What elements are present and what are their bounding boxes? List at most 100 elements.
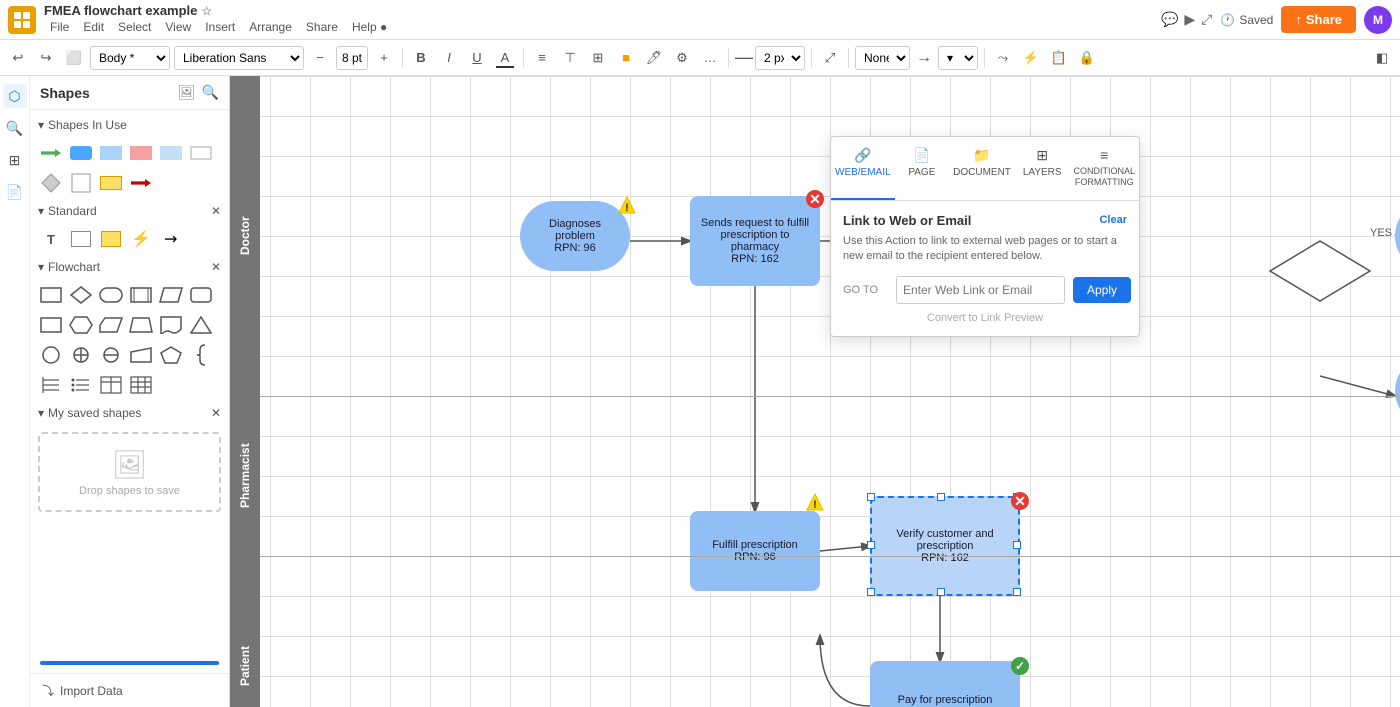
handle-br[interactable] xyxy=(1013,588,1021,596)
handle-tc[interactable] xyxy=(937,493,945,501)
share-button[interactable]: ↑ Share xyxy=(1281,6,1356,33)
node-diagnoses-problem[interactable]: Diagnoses problemRPN: 96 xyxy=(520,201,630,271)
menu-help[interactable]: Help ● xyxy=(346,18,393,36)
apply-button[interactable]: Apply xyxy=(1073,277,1131,303)
shape-rect-white[interactable] xyxy=(188,140,214,166)
fc-trapezoid[interactable] xyxy=(128,312,154,338)
tab-web-email[interactable]: 🔗 WEB/EMAIL xyxy=(831,137,895,200)
font-plus-btn[interactable]: + xyxy=(372,46,396,70)
user-avatar[interactable]: M xyxy=(1364,6,1392,34)
sidebar-icon-layers[interactable]: ⊞ xyxy=(3,148,27,172)
fc-pentagon[interactable] xyxy=(158,342,184,368)
my-saved-close-btn[interactable]: ✕ xyxy=(211,406,221,420)
menu-select[interactable]: Select xyxy=(112,18,157,36)
fc-rhombus[interactable] xyxy=(98,312,124,338)
bold-button[interactable]: B xyxy=(409,46,433,70)
handle-mr[interactable] xyxy=(1013,541,1021,549)
lock-btn[interactable]: 🔒 xyxy=(1075,46,1099,70)
tab-layers[interactable]: ⊞ LAYERS xyxy=(1015,137,1070,200)
fc-list2[interactable] xyxy=(68,372,94,398)
shapes-image-icon[interactable]: 🖼 xyxy=(178,84,196,101)
style-select[interactable]: Body * xyxy=(90,46,170,70)
more-btn[interactable]: … xyxy=(698,46,722,70)
menu-file[interactable]: File xyxy=(44,18,75,36)
tab-conditional[interactable]: ≡ CONDITIONALFORMATTING xyxy=(1069,137,1139,200)
saved-btn[interactable]: 🕐 Saved xyxy=(1220,13,1273,27)
fc-table2[interactable] xyxy=(128,372,154,398)
standard-section-header[interactable]: ▾ Standard ✕ xyxy=(30,200,229,222)
line-width-select[interactable]: 2 px xyxy=(755,46,805,70)
clipboard-btn[interactable]: 📋 xyxy=(1047,46,1071,70)
fc-parallelogram[interactable] xyxy=(158,282,184,308)
node-sends-error[interactable]: ✕ xyxy=(805,189,825,209)
handle-bl[interactable] xyxy=(867,588,875,596)
node-verify-error[interactable]: ✕ xyxy=(1010,491,1030,511)
redo-button[interactable]: ↪ xyxy=(34,46,58,70)
font-minus-btn[interactable]: − xyxy=(308,46,332,70)
line-color-btn[interactable]: 🖊 xyxy=(642,46,666,70)
italic-button[interactable]: I xyxy=(437,46,461,70)
text-align-btn[interactable]: ⊤ xyxy=(558,46,582,70)
fc-triangle[interactable] xyxy=(188,312,214,338)
shape-rect-pink[interactable] xyxy=(128,140,154,166)
sidebar-icon-pages[interactable]: 📄 xyxy=(3,180,27,204)
menu-share[interactable]: Share xyxy=(300,18,344,36)
flowchart-close-btn[interactable]: ✕ xyxy=(211,260,221,274)
shapes-in-use-header[interactable]: ▾ Shapes In Use xyxy=(30,114,229,136)
shape-rect-blue[interactable] xyxy=(98,140,124,166)
handle-bc[interactable] xyxy=(937,588,945,596)
handle-tl[interactable] xyxy=(867,493,875,501)
handle-ml[interactable] xyxy=(867,541,875,549)
menu-edit[interactable]: Edit xyxy=(77,18,110,36)
shape-yellow-rect[interactable] xyxy=(98,170,124,196)
fc-manual[interactable] xyxy=(128,342,154,368)
waypoint-btn[interactable]: ⤳ xyxy=(991,46,1015,70)
arrow-end-select[interactable]: ▾ xyxy=(938,46,978,70)
fc-rounded-rect[interactable] xyxy=(188,282,214,308)
fc-cross[interactable] xyxy=(68,342,94,368)
convert-link[interactable]: Convert to Link Preview xyxy=(843,312,1127,324)
flowchart-section-header[interactable]: ▾ Flowchart ✕ xyxy=(30,256,229,278)
underline-button[interactable]: U xyxy=(465,46,489,70)
sidebar-icon-search[interactable]: 🔍 xyxy=(3,116,27,140)
expand-icon[interactable]: ⤢ xyxy=(1201,11,1212,28)
star-icon[interactable]: ☆ xyxy=(201,4,212,18)
tab-document[interactable]: 📁 DOCUMENT xyxy=(949,137,1015,200)
shape-diamond[interactable] xyxy=(38,170,64,196)
fc-rect2[interactable] xyxy=(128,282,154,308)
sidebar-icon-shapes[interactable]: ⬡ xyxy=(3,84,27,108)
fc-rect[interactable] xyxy=(38,282,64,308)
node-change-prescription[interactable]: Change prescriptionRPN: 42 xyxy=(1395,356,1400,426)
std-lightning[interactable]: ⚡ xyxy=(128,226,154,252)
resize-btn[interactable]: ⤢ xyxy=(818,46,842,70)
fc-brace-l[interactable] xyxy=(188,342,214,368)
shape-rect-ltblue[interactable] xyxy=(158,140,184,166)
std-text[interactable]: T xyxy=(38,226,64,252)
fc-doc[interactable] xyxy=(158,312,184,338)
pointer-button[interactable]: ⬜ xyxy=(62,46,86,70)
node-fulfill-prescription[interactable]: Fulfill prescriptionRPN: 96 xyxy=(690,511,820,591)
standard-close-btn[interactable]: ✕ xyxy=(211,204,221,218)
connection-style-select[interactable]: None xyxy=(855,46,910,70)
present-icon[interactable]: ▶ xyxy=(1184,11,1195,28)
snap-btn[interactable]: ⚡ xyxy=(1019,46,1043,70)
canvas-area[interactable]: Doctor Pharmacist Patient xyxy=(230,76,1400,707)
node-verify-customer[interactable]: Verify customer and prescriptionRPN: 162 xyxy=(870,496,1020,596)
fc-stadium[interactable] xyxy=(98,282,124,308)
fc-table[interactable] xyxy=(98,372,124,398)
fc-circle[interactable] xyxy=(38,342,64,368)
popup-clear-btn[interactable]: Clear xyxy=(1099,214,1127,226)
shape-green-arrow[interactable] xyxy=(38,140,64,166)
shapes-search-icon[interactable]: 🔍 xyxy=(202,84,219,101)
fc-hexagon[interactable] xyxy=(68,312,94,338)
font-select[interactable]: Liberation Sans xyxy=(174,46,304,70)
line-style-preview[interactable]: — xyxy=(735,47,753,68)
goto-input[interactable] xyxy=(896,276,1065,304)
align-left-btn[interactable]: ≡ xyxy=(530,46,554,70)
node-sends-request[interactable]: Sends request to fulfill prescription to… xyxy=(690,196,820,286)
edit-style-btn[interactable]: ⚙ xyxy=(670,46,694,70)
font-color-button[interactable]: A xyxy=(493,46,517,70)
table-btn[interactable]: ⊞ xyxy=(586,46,610,70)
menu-arrange[interactable]: Arrange xyxy=(243,18,298,36)
node-continue-prescription[interactable]: Continue prescriptionRPN: 96 xyxy=(1395,201,1400,271)
